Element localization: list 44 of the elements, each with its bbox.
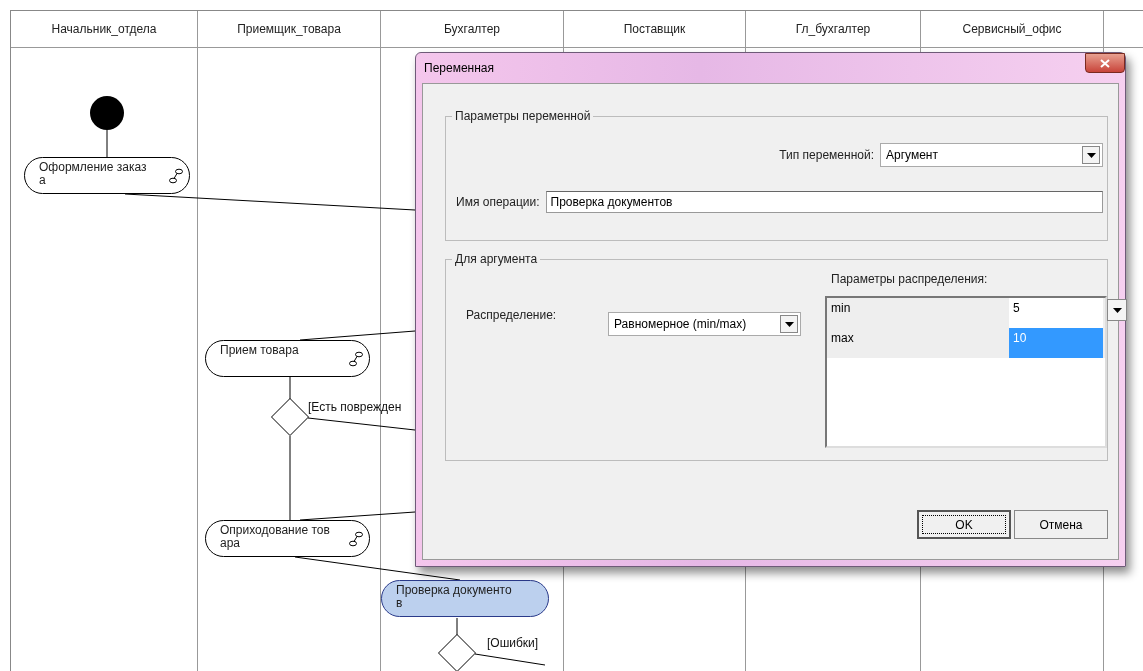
connector-line: [474, 653, 546, 666]
subactivity-icon: [349, 351, 363, 367]
action-node[interactable]: Оприходование тов ара: [205, 520, 370, 557]
input-field[interactable]: Проверка документов: [545, 191, 1103, 213]
start-node: [90, 96, 124, 130]
field-label: Параметры распределения:: [831, 272, 989, 286]
subactivity-icon: [349, 531, 363, 547]
group-title: Параметры переменной: [452, 109, 594, 123]
caret-icon: [1112, 307, 1122, 313]
distribution-dropdown[interactable]: Равномерное (min/max): [608, 312, 801, 336]
lane-header: Начальник_отдела: [51, 22, 157, 36]
grid-cell-text: max: [830, 330, 855, 347]
group-title: Для аргумента: [452, 252, 541, 266]
lane-header: Сервисный_офис: [962, 22, 1062, 36]
field-label: Имя операции:: [456, 195, 540, 209]
dialog-button[interactable]: Отмена: [1014, 510, 1108, 539]
field-label: Тип переменной:: [779, 148, 874, 162]
lane-header: Приемщик_товара: [237, 22, 341, 36]
lane-header: Гл_бухгалтер: [795, 22, 871, 36]
grid-cell-text: min: [830, 300, 852, 317]
close-icon: [1100, 58, 1110, 68]
action-node[interactable]: Проверка документо в: [381, 580, 549, 617]
dialog-button[interactable]: OK: [917, 510, 1011, 539]
action-node[interactable]: Оформление заказ а: [24, 157, 190, 194]
field-label: Распределение:: [466, 308, 558, 322]
close-button[interactable]: [1085, 53, 1125, 73]
action-node[interactable]: Прием товара: [205, 340, 370, 377]
dropdown-button[interactable]: [780, 315, 798, 333]
guard-label: [Ошибки]: [487, 636, 539, 650]
lane-header: Поставщик: [623, 22, 686, 36]
dropdown-button[interactable]: [1107, 299, 1127, 321]
lane-header: Бухгалтер: [443, 22, 501, 36]
type-dropdown[interactable]: Аргумент: [880, 143, 1103, 167]
dropdown-button[interactable]: [1082, 146, 1100, 164]
grid-cell[interactable]: 5: [1009, 298, 1103, 328]
guard-label: [Есть поврежден: [308, 400, 402, 414]
caret-icon: [784, 321, 794, 327]
window-title: Переменная: [423, 61, 494, 75]
connector-line: [456, 617, 458, 636]
connector-line: [289, 376, 291, 400]
decision-diamond: [271, 398, 309, 436]
caret-icon: [1086, 152, 1096, 158]
connector-line: [106, 129, 108, 158]
subactivity-icon: [169, 168, 183, 184]
